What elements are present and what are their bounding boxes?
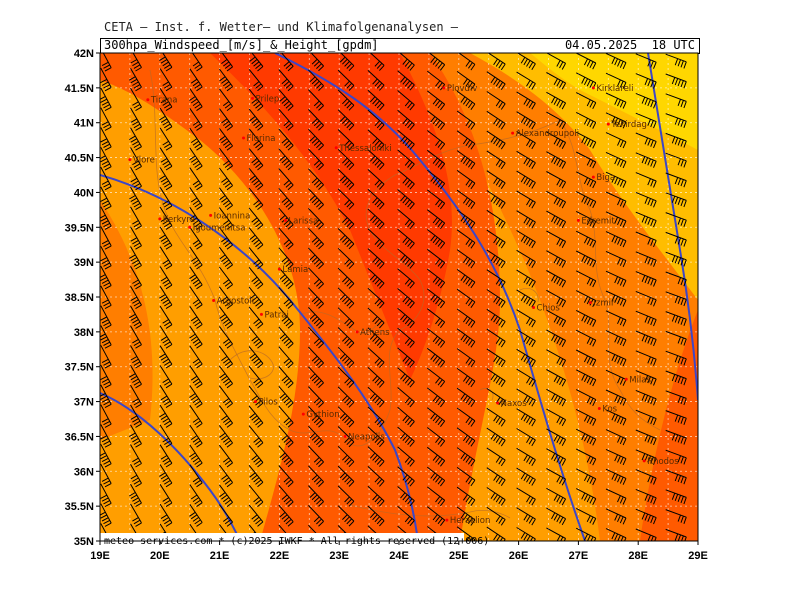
city-label: Tekirdag	[610, 120, 647, 130]
city-marker	[158, 217, 162, 221]
lat-tick-label: 41N	[74, 118, 94, 130]
city-marker	[253, 400, 257, 404]
city-label: Kos	[602, 405, 617, 415]
city-marker	[588, 301, 592, 305]
city-label: Rhodos	[647, 457, 679, 467]
city-label: Athens	[360, 328, 390, 338]
lat-tick-label: 38.5N	[65, 292, 94, 304]
lon-tick-label: 21E	[210, 550, 230, 562]
city-label: Tirana	[150, 96, 178, 106]
city-label: Larissa	[288, 216, 318, 226]
city-marker	[442, 86, 446, 90]
city-label: Neapolis	[348, 432, 385, 442]
city-marker	[334, 146, 338, 150]
city-marker	[128, 158, 132, 162]
city-marker	[576, 218, 580, 222]
city-marker	[277, 267, 281, 271]
lon-tick-label: 25E	[449, 550, 469, 562]
city-label: Izmir	[593, 299, 615, 309]
lat-tick-label: 37.5N	[65, 362, 94, 374]
lat-tick-label: 38N	[74, 327, 94, 339]
city-label: Thessaloniki	[338, 144, 391, 154]
weather-map: Tirana Prilep Florina Thessaloniki Plovdiv Al…	[65, 48, 708, 562]
lon-tick-label: 19E	[90, 550, 110, 562]
lon-tick-label: 24E	[389, 550, 409, 562]
lon-tick-label: 20E	[150, 550, 170, 562]
lon-tick-label: 23E	[329, 550, 349, 562]
city-label: Kirklareli	[596, 84, 633, 94]
city-marker	[606, 122, 610, 126]
city-marker	[343, 434, 347, 438]
city-marker	[445, 518, 449, 522]
lat-tick-label: 36.5N	[65, 431, 94, 443]
city-label: Lamia	[282, 265, 308, 275]
city-marker	[250, 96, 254, 100]
city-label: Patrai	[264, 310, 288, 320]
city-marker	[301, 412, 305, 416]
city-label: Edremit	[581, 216, 615, 226]
city-marker	[642, 459, 646, 463]
city-label: Biga	[596, 173, 615, 183]
city-label: Pilos	[258, 398, 278, 408]
lat-tick-label: 35N	[74, 536, 94, 548]
lat-tick-label: 40.5N	[65, 153, 94, 165]
city-marker	[496, 401, 500, 405]
city-marker	[511, 131, 515, 135]
city-marker	[188, 225, 192, 229]
lat-tick-label: 39.5N	[65, 222, 94, 234]
city-label: Vlore	[133, 156, 155, 166]
lon-tick-label: 29E	[688, 550, 708, 562]
city-label: Naxos	[501, 399, 528, 409]
city-label: Kerkyra	[163, 215, 195, 225]
city-marker	[283, 218, 287, 222]
city-marker	[242, 136, 246, 140]
city-label: Plovdiv	[447, 84, 478, 94]
city-marker	[532, 305, 536, 309]
city-marker	[624, 377, 628, 381]
city-label: Argostoli	[217, 296, 254, 306]
city-label: Gythion	[306, 410, 339, 420]
city-marker	[591, 86, 595, 90]
city-marker	[591, 175, 595, 179]
city-label: Heraklion	[450, 516, 491, 526]
city-label: Alexandroupoli	[516, 129, 580, 139]
lat-tick-label: 35.5N	[65, 501, 94, 513]
lat-tick-label: 39N	[74, 257, 94, 269]
city-marker	[212, 298, 216, 302]
lat-tick-label: 42N	[74, 48, 94, 60]
city-marker	[597, 407, 601, 411]
lon-tick-label: 26E	[509, 550, 529, 562]
lat-tick-label: 41.5N	[65, 83, 94, 95]
lon-tick-label: 27E	[569, 550, 589, 562]
lon-tick-label: 22E	[270, 550, 290, 562]
city-label: Igoumenitsa	[193, 223, 246, 233]
city-label: Chios	[537, 303, 561, 313]
lat-tick-label: 40N	[74, 187, 94, 199]
city-label: Milas	[629, 375, 651, 385]
city-label: Florina	[247, 134, 276, 144]
lon-tick-label: 28E	[628, 550, 648, 562]
lat-tick-label: 37N	[74, 397, 94, 409]
city-marker	[146, 98, 150, 102]
city-marker	[259, 312, 263, 316]
city-label: Prilep	[255, 94, 279, 104]
city-marker	[209, 213, 213, 217]
city-marker	[355, 330, 359, 334]
lat-tick-label: 36N	[74, 466, 94, 478]
city-label: Ioannina	[214, 211, 251, 221]
